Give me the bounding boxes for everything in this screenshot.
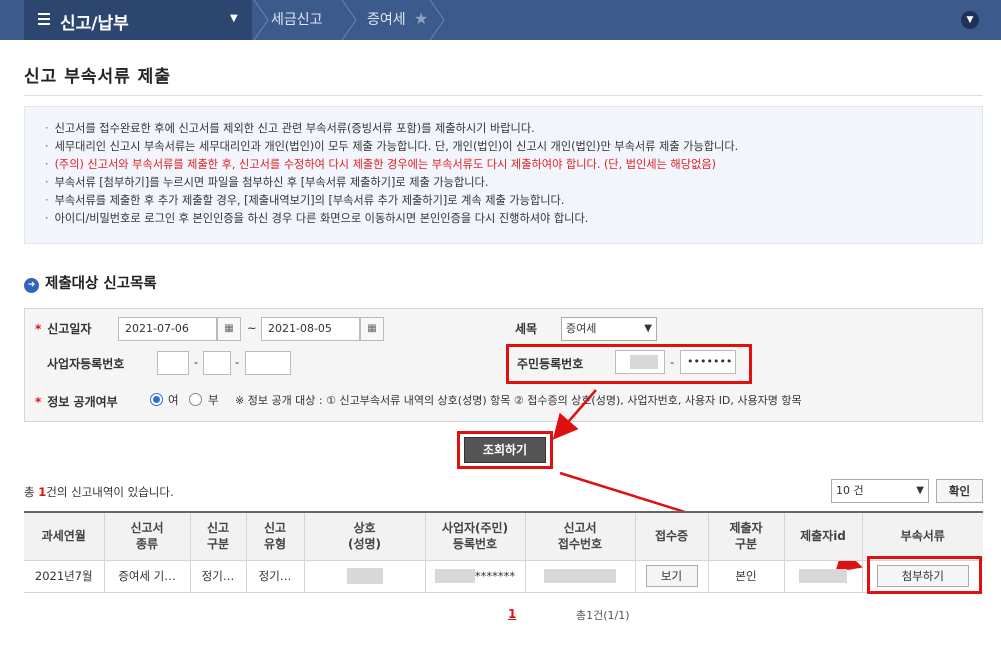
business-number-label: 사업자등록번호 bbox=[47, 357, 125, 371]
col-header: 과세연월 bbox=[24, 512, 105, 561]
result-table: 과세연월 신고서 종류 신고 구분 신고 유형 상호 (성명) 사업자(주민) 등록번호 … bbox=[24, 511, 983, 593]
cell-kind: 증여세 기… bbox=[103, 559, 191, 593]
notice-line: 부속서류 [첨부하기]를 누르시면 파일을 첨부하신 후 [부속서류 제출하기]… bbox=[45, 174, 982, 192]
page-summary: 총1건(1/1) bbox=[576, 609, 630, 622]
col-header: 제출자 구분 bbox=[707, 512, 785, 561]
disclose-yes-radio[interactable] bbox=[150, 393, 163, 406]
date-from-input[interactable]: 2021-07-06 bbox=[118, 317, 217, 341]
breadcrumb-separator-icon bbox=[341, 0, 357, 40]
page-size-select[interactable]: 10 건 ▼ bbox=[831, 479, 929, 503]
breadcrumb-separator-icon bbox=[253, 0, 269, 40]
disclose-label: * 정보 공개여부 bbox=[35, 395, 118, 409]
tax-type-label: 세목 bbox=[515, 322, 538, 336]
main-menu-dropdown[interactable]: 신고/납부 ▼ bbox=[24, 0, 252, 40]
disclose-no-label: 부 bbox=[208, 393, 219, 407]
disclose-no-radio[interactable] bbox=[189, 393, 202, 406]
page-link-current[interactable]: 1 bbox=[508, 607, 516, 621]
section-title: ➜ 제출대상 신고목록 bbox=[24, 272, 157, 293]
chevron-down-icon: ▼ bbox=[916, 485, 924, 496]
cell-name-redacted bbox=[303, 559, 426, 593]
cell-submitter-id-redacted bbox=[783, 559, 863, 593]
date-label: * 신고일자 bbox=[35, 322, 92, 336]
breadcrumb-separator-icon bbox=[429, 0, 445, 40]
table-header-row: 과세연월 신고서 종류 신고 구분 신고 유형 상호 (성명) 사업자(주민) 등록번호 … bbox=[24, 512, 983, 561]
search-button[interactable]: 조회하기 bbox=[464, 437, 546, 463]
business-number-part1[interactable] bbox=[157, 351, 189, 375]
cell-receipt-no-redacted bbox=[524, 559, 636, 593]
chevron-down-icon: ▼ bbox=[644, 323, 652, 334]
cell-receipt: 보기 bbox=[634, 559, 709, 593]
notice-line: 신고서를 접수완료한 후에 신고서를 제외한 신고 관련 부속서류(증빙서류 포… bbox=[45, 120, 982, 138]
cell-period: 2021년7월 bbox=[24, 559, 105, 593]
col-header: 부속서류 bbox=[861, 512, 983, 561]
notice-warning-line: (주의) 신고서와 부속서류를 제출한 후, 신고서를 수정하여 다시 제출한 … bbox=[45, 156, 982, 174]
notice-line: 부속서류를 제출한 후 추가 제출할 경우, [제출내역보기]의 [부속서류 추… bbox=[45, 192, 982, 210]
col-header: 사업자(주민) 등록번호 bbox=[424, 512, 526, 561]
cell-regno: ******* bbox=[424, 559, 526, 593]
cell-submitter: 본인 bbox=[707, 559, 785, 593]
notice-box: 신고서를 접수완료한 후에 신고서를 제외한 신고 관련 부속서류(증빙서류 포… bbox=[24, 106, 983, 244]
col-header: 신고서 접수번호 bbox=[524, 512, 636, 561]
disclose-note: ※ 정보 공개 대상 : ① 신고부속서류 내역의 상호(성명) 항목 ② 접수… bbox=[235, 394, 802, 407]
cell-form: 정기… bbox=[245, 559, 305, 593]
table-row: 2021년7월 증여세 기… 정기… 정기… ******* 보기 본인 첨부하… bbox=[24, 559, 983, 593]
dash: - bbox=[235, 355, 240, 369]
tax-type-select[interactable]: 증여세 ▼ bbox=[561, 317, 657, 341]
calendar-icon[interactable]: ▦ bbox=[217, 317, 241, 341]
hamburger-icon bbox=[38, 13, 50, 25]
notice-line: 세무대리인 신고시 부속서류는 세무대리인과 개인(법인)이 모두 제출 가능합… bbox=[45, 138, 982, 156]
disclose-yes-label: 여 bbox=[168, 393, 179, 407]
resident-number-highlight bbox=[506, 344, 752, 384]
search-form: * 신고일자 2021-07-06 ▦ ~ 2021-08-05 ▦ 세목 증여세… bbox=[24, 308, 983, 422]
top-navigation-bar: 신고/납부 ▼ 세금신고 증여세 ★ ▼ bbox=[0, 0, 1001, 40]
date-range-tilde: ~ bbox=[247, 321, 257, 335]
title-divider bbox=[24, 95, 983, 96]
caret-down-icon: ▼ bbox=[230, 13, 238, 24]
col-header: 제출자id bbox=[783, 512, 863, 561]
section-title-text: 제출대상 신고목록 bbox=[45, 276, 157, 292]
notice-line: 아이디/비밀번호로 로그인 후 본인인증을 하신 경우 다른 화면으로 이동하시… bbox=[45, 210, 982, 228]
col-header: 신고 구분 bbox=[189, 512, 247, 561]
date-to-input[interactable]: 2021-08-05 bbox=[261, 317, 360, 341]
breadcrumb-tax-filing[interactable]: 세금신고 bbox=[271, 0, 323, 40]
expand-chevron-icon[interactable]: ▼ bbox=[961, 11, 979, 29]
result-count-text: 총 1건의 신고내역이 있습니다. bbox=[24, 485, 174, 499]
calendar-icon[interactable]: ▦ bbox=[360, 317, 384, 341]
col-header: 신고서 종류 bbox=[103, 512, 191, 561]
view-receipt-button[interactable]: 보기 bbox=[645, 565, 698, 587]
attach-button-highlight bbox=[867, 556, 982, 594]
confirm-button[interactable]: 확인 bbox=[936, 479, 983, 503]
menu-title: 신고/납부 bbox=[60, 14, 129, 34]
dash: - bbox=[194, 355, 199, 369]
favorite-star-icon[interactable]: ★ bbox=[414, 9, 428, 28]
business-number-part2[interactable] bbox=[203, 351, 231, 375]
arrow-circle-icon: ➜ bbox=[24, 278, 39, 293]
col-header: 접수증 bbox=[634, 512, 709, 561]
cell-type: 정기… bbox=[189, 559, 247, 593]
business-number-part3[interactable] bbox=[245, 351, 291, 375]
col-header: 신고 유형 bbox=[245, 512, 305, 561]
col-header: 상호 (성명) bbox=[303, 512, 426, 561]
breadcrumb-gift-tax[interactable]: 증여세 bbox=[367, 0, 406, 40]
page-title: 신고 부속서류 제출 bbox=[24, 67, 171, 87]
